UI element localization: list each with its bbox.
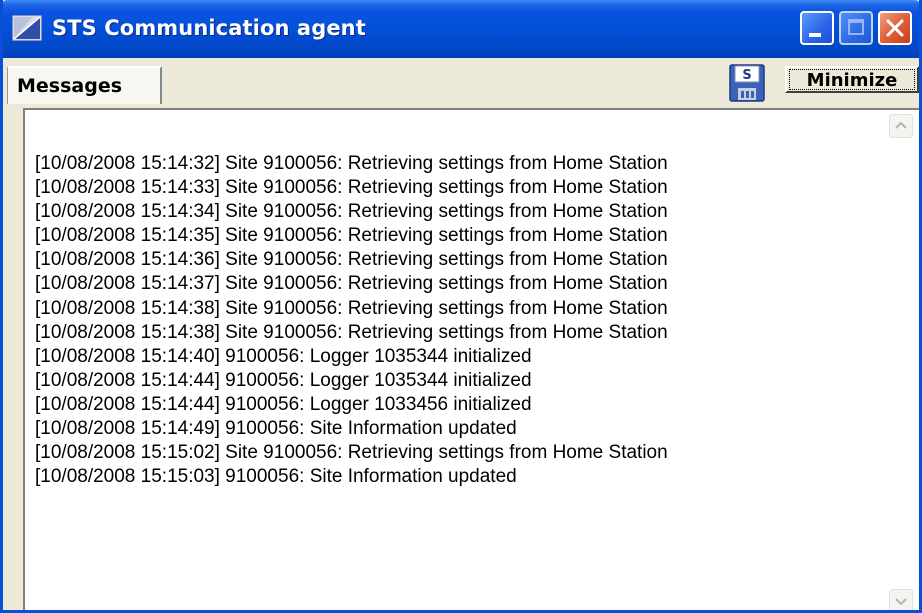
tab-label: Messages — [17, 75, 123, 97]
log-entry: [10/08/2008 15:14:36] Site 9100056: Retr… — [35, 249, 668, 271]
log-entry: [10/08/2008 15:14:32] Site 9100056: Retr… — [35, 153, 668, 174]
chevron-down-icon — [895, 598, 907, 606]
log-entry: [10/08/2008 15:14:38] Site 9100056: Retr… — [35, 297, 668, 319]
tab-strip: Messages — [3, 58, 919, 104]
log-entry: [10/08/2008 15:14:38] Site 9100056: Retr… — [35, 321, 668, 343]
title-bar[interactable]: STS Communication agent — [3, 0, 919, 58]
log-entry: [10/08/2008 15:15:03] 9100056: Site Info… — [35, 466, 517, 488]
maximize-icon — [848, 19, 864, 35]
log-entry: [10/08/2008 15:14:40] 9100056: Logger 10… — [35, 345, 532, 367]
log-entry: [10/08/2008 15:14:34] Site 9100056: Retr… — [35, 201, 668, 223]
tab-messages[interactable]: Messages — [7, 66, 162, 104]
scroll-up-button[interactable] — [889, 114, 913, 138]
window-title: STS Communication agent — [52, 16, 366, 40]
save-icon-letter: S — [742, 68, 751, 83]
log-entry: [10/08/2008 15:14:37] Site 9100056: Retr… — [35, 273, 668, 295]
scroll-down-button[interactable] — [889, 589, 913, 610]
message-log: [10/08/2008 15:14:32] Site 9100056: Retr… — [35, 152, 668, 489]
maximize-window-button[interactable] — [839, 11, 873, 45]
app-window: STS Communication agent Messages S Minim… — [0, 0, 922, 613]
chevron-up-icon — [895, 121, 907, 129]
messages-panel[interactable]: [10/08/2008 15:14:32] Site 9100056: Retr… — [23, 108, 919, 610]
minimize-button[interactable]: Minimize — [785, 66, 919, 93]
vertical-scrollbar[interactable] — [889, 114, 913, 610]
log-entry: [10/08/2008 15:14:49] 9100056: Site Info… — [35, 418, 517, 440]
log-entry: [10/08/2008 15:14:44] 9100056: Logger 10… — [35, 393, 532, 415]
log-entry: [10/08/2008 15:14:33] Site 9100056: Retr… — [35, 177, 668, 199]
log-entry: [10/08/2008 15:15:02] Site 9100056: Retr… — [35, 442, 668, 464]
close-icon — [886, 19, 904, 37]
floppy-disk-icon: S — [729, 64, 765, 102]
minimize-icon — [809, 33, 821, 37]
log-entry: [10/08/2008 15:14:44] 9100056: Logger 10… — [35, 369, 532, 391]
save-button[interactable]: S — [729, 64, 765, 102]
close-window-button[interactable] — [878, 11, 912, 45]
log-entry: [10/08/2008 15:14:35] Site 9100056: Retr… — [35, 225, 668, 247]
minimize-window-button[interactable] — [800, 11, 834, 45]
sts-app-icon — [11, 14, 43, 42]
minimize-button-label: Minimize — [789, 69, 915, 91]
